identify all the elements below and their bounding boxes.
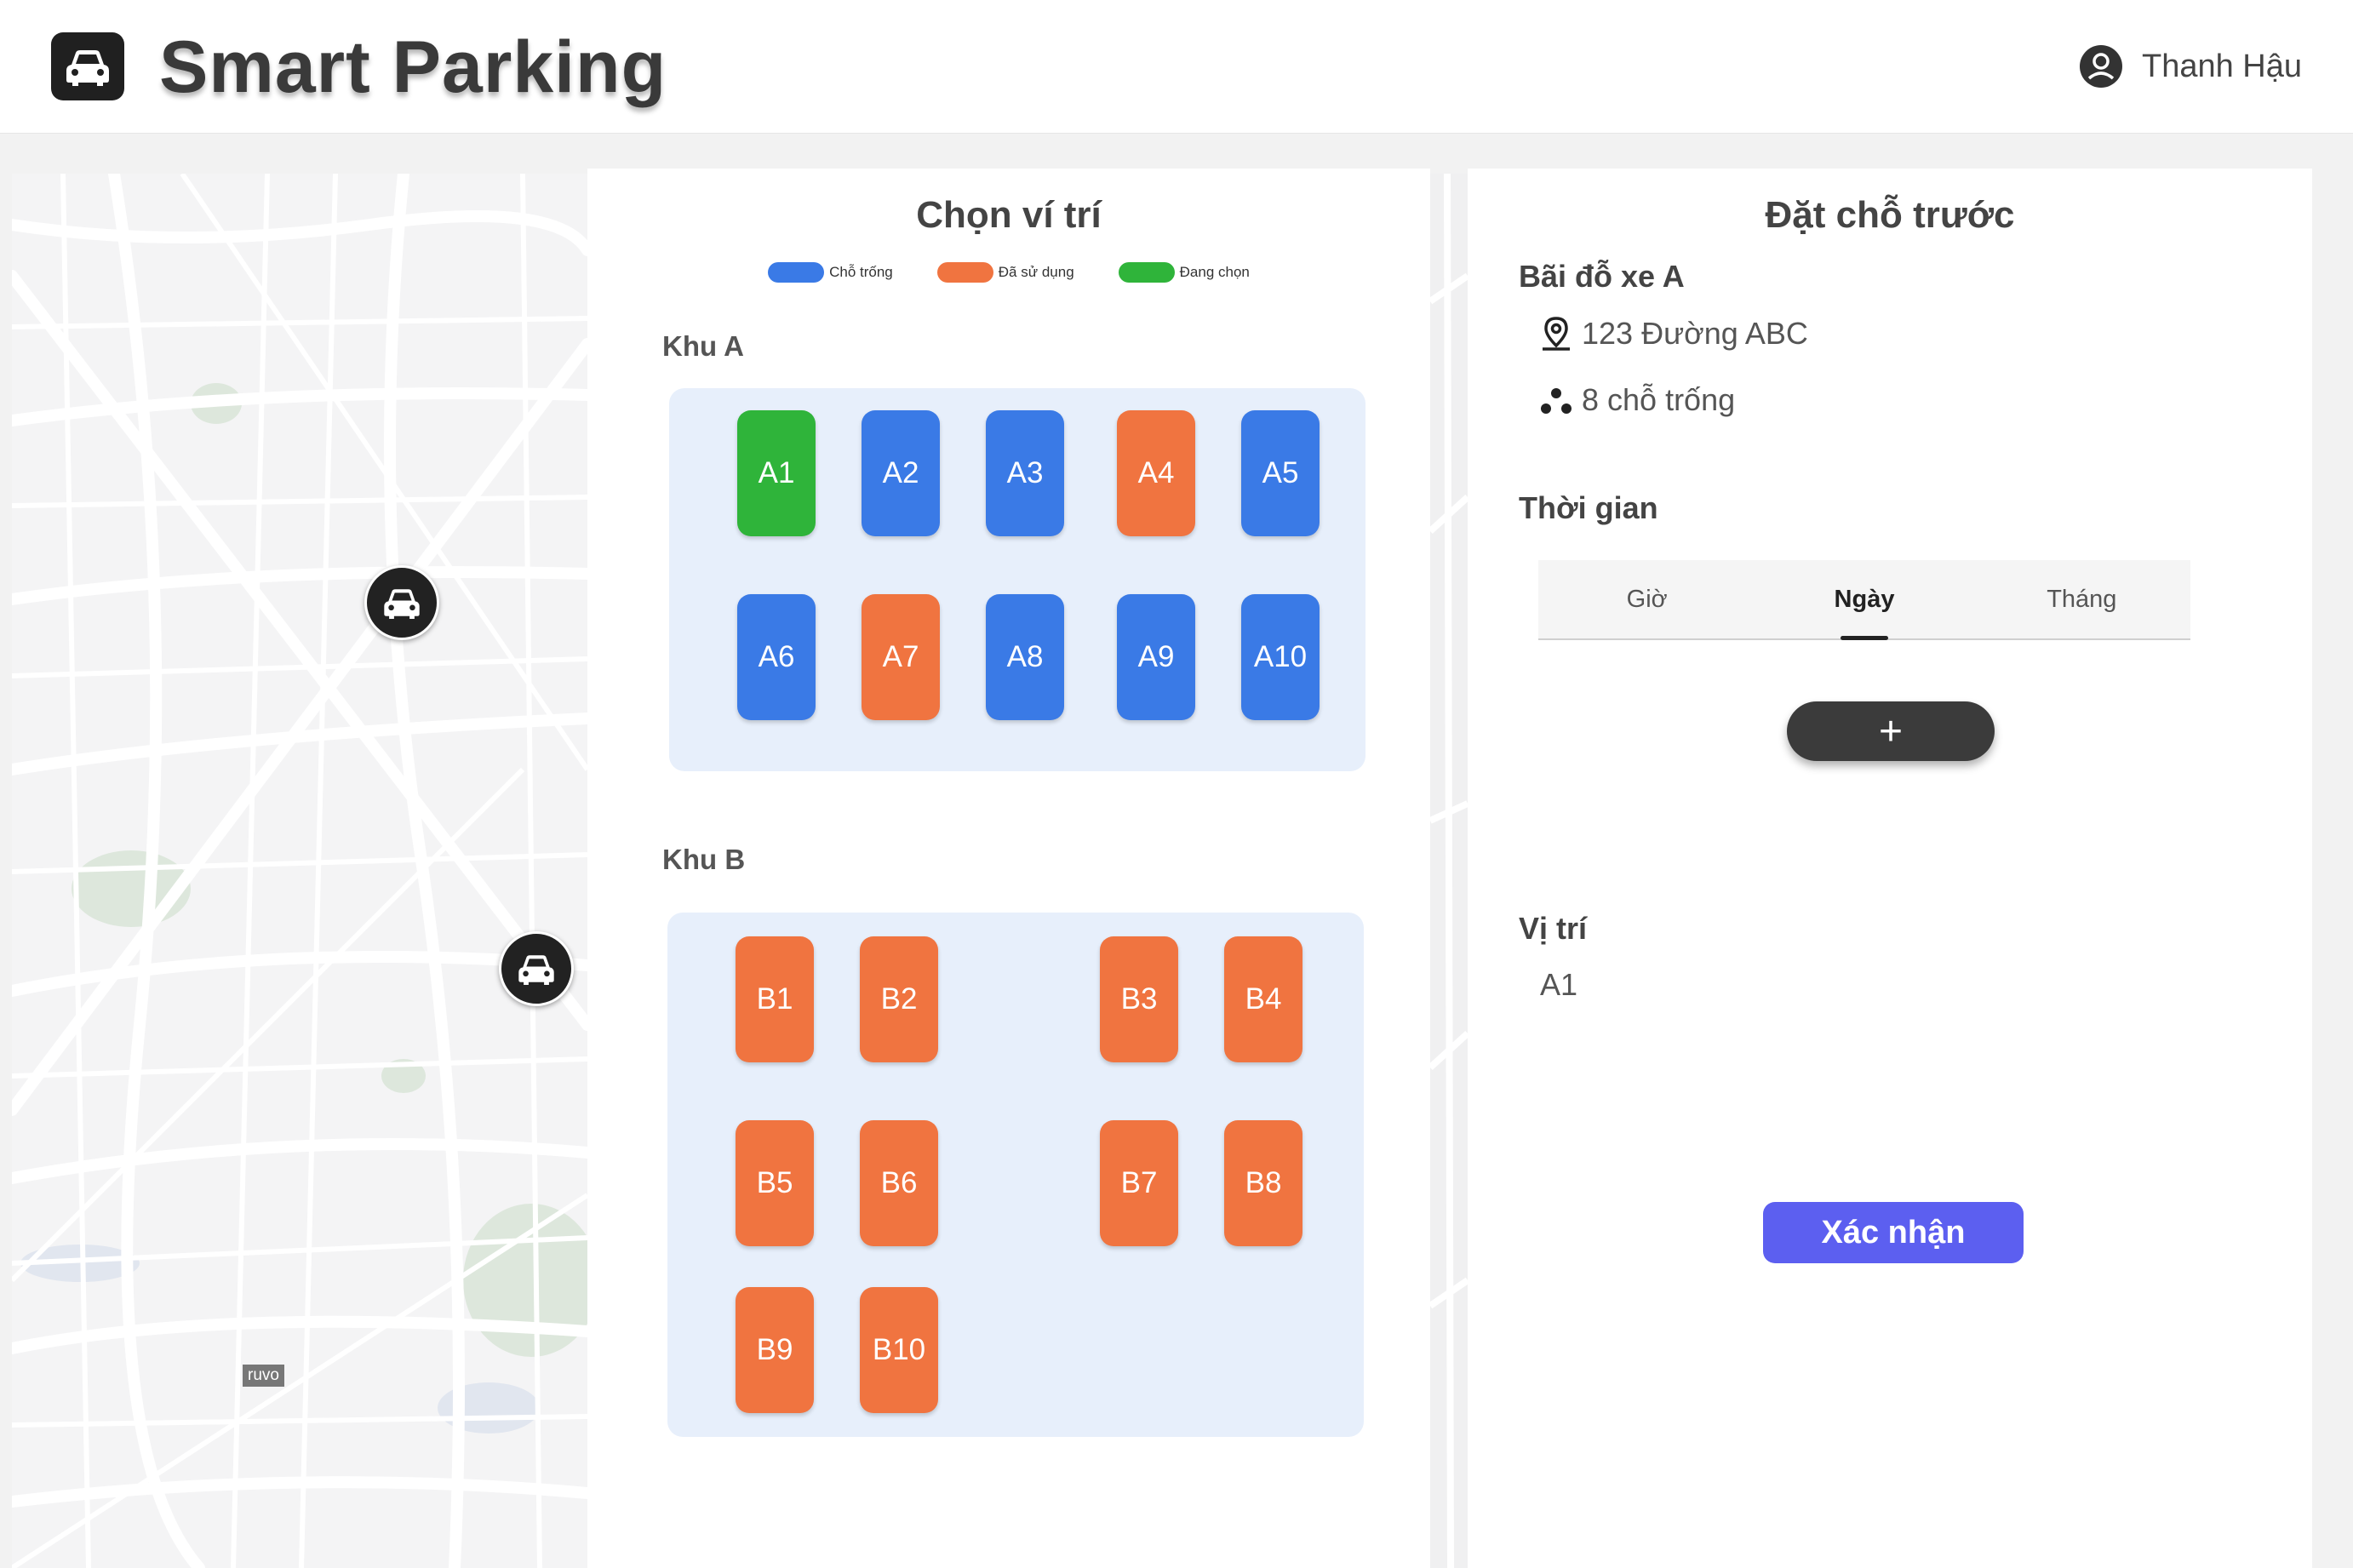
slot-a2[interactable]: A2 xyxy=(862,410,940,536)
slot-a9[interactable]: A9 xyxy=(1117,594,1195,720)
map-marker-parking-1[interactable] xyxy=(364,565,439,640)
slot-legend: Chỗ trống Đã sử dụng Đang chọn xyxy=(587,262,1430,283)
slot-a7[interactable]: A7 xyxy=(862,594,940,720)
user-icon xyxy=(2079,45,2122,88)
legend-item-used: Đã sử dụng xyxy=(936,262,1074,283)
slot-b6[interactable]: B6 xyxy=(860,1120,938,1246)
user-name: Thanh Hậu xyxy=(2141,48,2302,84)
slot-b9[interactable]: B9 xyxy=(736,1287,814,1413)
zone-b-grid: B1 B2 B3 B4 B5 B6 B7 B8 B9 B10 xyxy=(667,913,1364,1437)
slot-b10[interactable]: B10 xyxy=(860,1287,938,1413)
slot-a10[interactable]: A10 xyxy=(1241,594,1320,720)
position-value: A1 xyxy=(1540,967,1578,1002)
lot-address: 123 Đường ABC xyxy=(1582,316,1808,351)
slot-b3[interactable]: B3 xyxy=(1100,936,1178,1062)
slot-selection-panel: Chọn ví trí Chỗ trống Đã sử dụng Đang ch… xyxy=(587,169,1430,1568)
legend-label-used: Đã sử dụng xyxy=(998,264,1074,280)
car-icon xyxy=(51,32,124,100)
slot-a1[interactable]: A1 xyxy=(737,410,816,536)
slot-b2[interactable]: B2 xyxy=(860,936,938,1062)
zone-a-grid: A1 A2 A3 A4 A5 A6 A7 A8 A9 A10 xyxy=(669,388,1365,771)
legend-swatch-free xyxy=(768,262,825,283)
lot-name: Bãi đỗ xe A xyxy=(1519,259,1685,294)
position-section-title: Vị trí xyxy=(1519,911,1588,946)
time-section-title: Thời gian xyxy=(1519,490,1658,525)
map-view[interactable]: ruvo xyxy=(12,174,587,1568)
slot-b7[interactable]: B7 xyxy=(1100,1120,1178,1246)
legend-label-selected: Đang chọn xyxy=(1179,264,1250,280)
slot-b1[interactable]: B1 xyxy=(736,936,814,1062)
legend-item-free: Chỗ trống xyxy=(768,262,893,283)
map-place-label: ruvo xyxy=(243,1365,284,1387)
legend-swatch-selected xyxy=(1118,262,1175,283)
slot-a6[interactable]: A6 xyxy=(737,594,816,720)
car-icon xyxy=(518,955,554,986)
legend-label-free: Chỗ trống xyxy=(829,264,893,280)
car-icon xyxy=(384,589,420,620)
lot-availability: 8 chỗ trống xyxy=(1582,382,1736,417)
booking-title: Đặt chỗ trước xyxy=(1765,194,2015,236)
slot-a5[interactable]: A5 xyxy=(1241,410,1320,536)
dots-icon xyxy=(1541,388,1572,414)
confirm-button[interactable]: Xác nhận xyxy=(1763,1202,2024,1263)
tab-day[interactable]: Ngày xyxy=(1755,560,1972,640)
user-menu[interactable]: Thanh Hậu xyxy=(2079,44,2302,89)
slot-b5[interactable]: B5 xyxy=(736,1120,814,1246)
slot-a3[interactable]: A3 xyxy=(986,410,1064,536)
zone-a-label: Khu A xyxy=(662,330,744,362)
legend-swatch-used xyxy=(936,262,993,283)
map-marker-parking-2[interactable] xyxy=(499,931,574,1006)
slot-a4[interactable]: A4 xyxy=(1117,410,1195,536)
lot-address-row: 123 Đường ABC xyxy=(1537,315,1808,352)
app-title: Smart Parking xyxy=(159,26,667,108)
lot-availability-row: 8 chỗ trống xyxy=(1537,381,1735,419)
map-roads xyxy=(12,174,587,1568)
add-time-button[interactable]: + xyxy=(1787,701,1995,761)
slot-b4[interactable]: B4 xyxy=(1224,936,1302,1062)
slot-selection-title: Chọn ví trí xyxy=(916,194,1102,236)
slot-a8[interactable]: A8 xyxy=(986,594,1064,720)
booking-panel: Đặt chỗ trước Bãi đỗ xe A 123 Đường ABC … xyxy=(1468,169,2312,1568)
slot-b8[interactable]: B8 xyxy=(1224,1120,1302,1246)
tab-hour[interactable]: Giờ xyxy=(1538,560,1755,638)
legend-item-selected: Đang chọn xyxy=(1118,262,1250,283)
tab-month[interactable]: Tháng xyxy=(1973,560,2190,638)
map-view-strip xyxy=(1430,174,1468,1568)
app-header: Smart Parking Thanh Hậu xyxy=(0,0,2353,134)
time-unit-tabs: Giờ Ngày Tháng xyxy=(1538,560,2190,640)
zone-b-label: Khu B xyxy=(662,844,746,875)
location-pin-icon xyxy=(1543,317,1570,351)
